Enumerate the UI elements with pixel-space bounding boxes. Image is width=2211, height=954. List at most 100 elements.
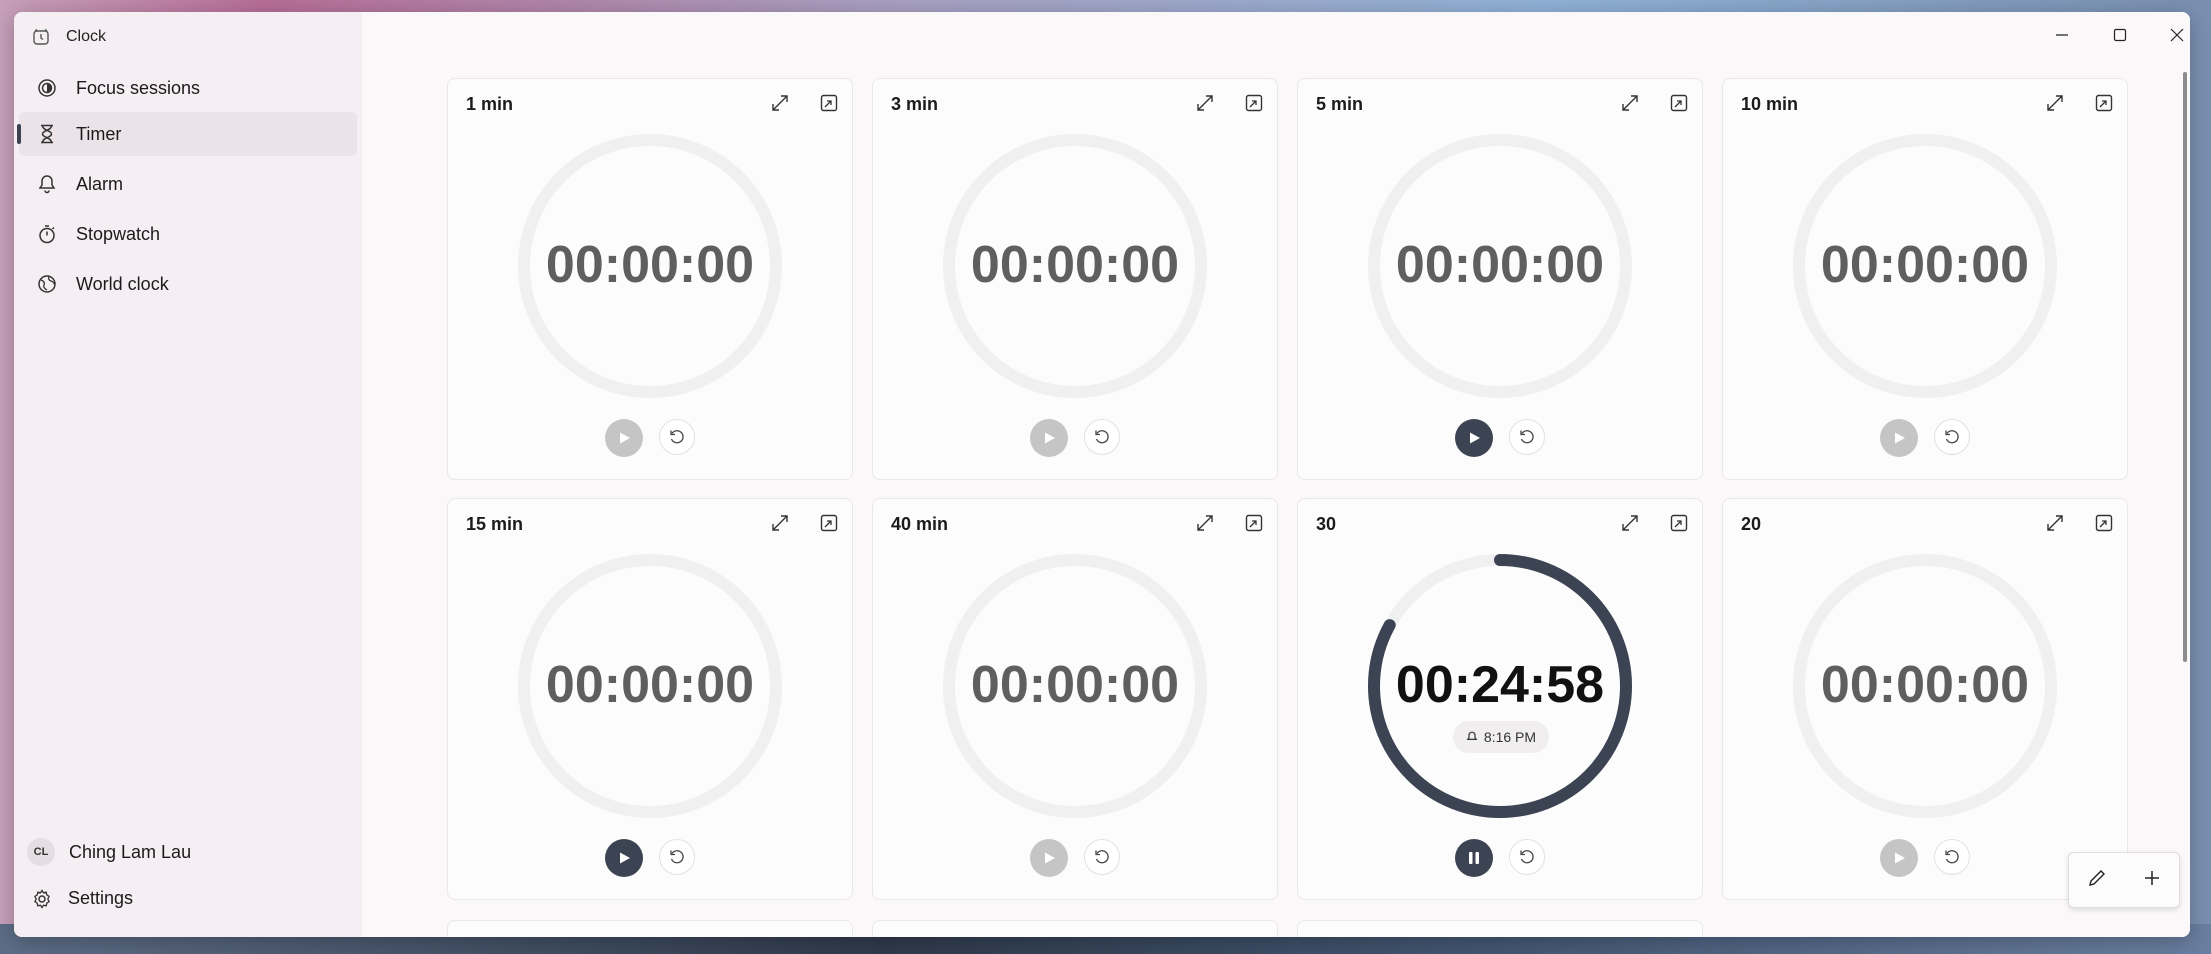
pause-button[interactable] [1455,839,1493,877]
nav-item-stopwatch[interactable]: Stopwatch [19,212,357,256]
keep-on-top-button[interactable] [1667,91,1691,115]
timer-title: 10 min [1741,94,1799,114]
nav-item-world-clock[interactable]: World clock [19,262,357,306]
keep-on-top-icon [820,514,838,532]
reset-button[interactable] [1509,419,1545,455]
start-button[interactable] [605,419,643,457]
timer-card[interactable]: 10 min 00:00:00 [1722,78,2128,480]
timer-card[interactable]: 1 min 00:00:00 [447,78,853,480]
expand-icon [2047,515,2063,531]
keep-on-top-button[interactable] [817,511,841,535]
play-icon [1895,432,1905,444]
minimize-button[interactable] [2042,20,2082,50]
timer-card[interactable]: 30 00:24:58 8:16 PM [1297,498,1703,900]
keep-on-top-icon [2095,514,2113,532]
expand-button[interactable] [1618,91,1642,115]
app-title-bar: Clock [32,24,106,50]
nav-label: World clock [76,273,169,294]
avatar: CL [27,838,55,866]
reset-icon [1945,850,1959,864]
sidebar: Clock Focus sessions Timer Alarm Stopwat… [14,12,362,937]
keep-on-top-button[interactable] [1242,91,1266,115]
reset-button[interactable] [659,839,695,875]
reset-icon [1520,850,1534,864]
app-title: Clock [66,28,107,45]
nav-item-alarm[interactable]: Alarm [19,162,357,206]
expand-button[interactable] [768,511,792,535]
start-button[interactable] [1455,419,1493,457]
nav-item-focus-sessions[interactable]: Focus sessions [19,66,357,110]
timer-title: 1 min [466,94,514,114]
bell-icon [1466,731,1478,740]
profile-name: Ching Lam Lau [69,841,192,862]
expand-icon [1622,515,1638,531]
close-button[interactable] [2157,20,2190,50]
reset-button[interactable] [1934,419,1970,455]
timer-card[interactable]: 3 min 00:00:00 [872,78,1278,480]
expand-icon [1622,95,1638,111]
nav-label: Alarm [76,173,124,194]
start-button[interactable] [1880,839,1918,877]
timer-card[interactable]: 20 00:00:00 [1722,498,2128,900]
keep-on-top-button[interactable] [817,91,841,115]
expand-button[interactable] [2043,91,2067,115]
timer-card-partial [1297,920,1703,937]
timer-card[interactable]: 5 min 00:00:00 [1297,78,1703,480]
reset-button[interactable] [1934,839,1970,875]
play-icon [1470,432,1480,444]
keep-on-top-button[interactable] [1242,511,1266,535]
timer-card-partial [447,920,853,937]
timer-card[interactable]: 40 min 00:00:00 [872,498,1278,900]
reset-button[interactable] [1509,839,1545,875]
start-button[interactable] [1030,839,1068,877]
maximize-button[interactable] [2100,20,2140,50]
timer-display: 00:00:00 [545,656,755,714]
expand-icon [1197,95,1213,111]
profile-button[interactable]: CL Ching Lam Lau [27,838,191,866]
timer-title: 15 min [466,514,524,534]
reset-icon [670,850,684,864]
timer-display: 00:00:00 [1820,236,2030,294]
expand-button[interactable] [2043,511,2067,535]
keep-on-top-button[interactable] [2092,91,2116,115]
reset-icon [1095,430,1109,444]
nav-label: Timer [76,123,122,144]
hourglass-icon [36,123,58,145]
play-icon [620,852,630,864]
settings-button[interactable]: Settings [32,888,133,909]
nav-label: Stopwatch [76,223,161,244]
keep-on-top-button[interactable] [2092,511,2116,535]
keep-on-top-icon [1245,514,1263,532]
reset-button[interactable] [659,419,695,455]
start-button[interactable] [605,839,643,877]
play-icon [620,432,630,444]
keep-on-top-button[interactable] [1667,511,1691,535]
expand-icon [772,515,788,531]
expand-button[interactable] [768,91,792,115]
expand-button[interactable] [1618,511,1642,535]
reset-icon [1520,430,1534,444]
timer-display: 00:00:00 [1395,236,1605,294]
timer-card[interactable]: 15 min 00:00:00 [447,498,853,900]
edit-add-toolbar [2068,852,2180,908]
reset-button[interactable] [1084,839,1120,875]
plus-icon [2144,870,2159,885]
expand-button[interactable] [1193,511,1217,535]
scrollbar[interactable] [2183,72,2187,662]
edit-button[interactable] [2087,868,2107,893]
timer-display: 00:00:00 [1820,656,2030,714]
alarm-time: 8:16 PM [1483,729,1537,745]
timer-display: 00:00:00 [970,236,1180,294]
nav-item-timer[interactable]: Timer [17,112,357,156]
pause-icon [1469,852,1479,864]
close-icon [2170,28,2184,42]
main-content: 1 min 00:00:00 3 min 00:00:00 5 min 00:00:00 1… [362,12,2190,937]
start-button[interactable] [1880,419,1918,457]
expand-button[interactable] [1193,91,1217,115]
start-button[interactable] [1030,419,1068,457]
add-timer-button[interactable] [2142,868,2162,893]
reset-button[interactable] [1084,419,1120,455]
expand-icon [2047,95,2063,111]
timer-display: 00:00:00 [545,236,755,294]
timer-title: 40 min [891,514,949,534]
